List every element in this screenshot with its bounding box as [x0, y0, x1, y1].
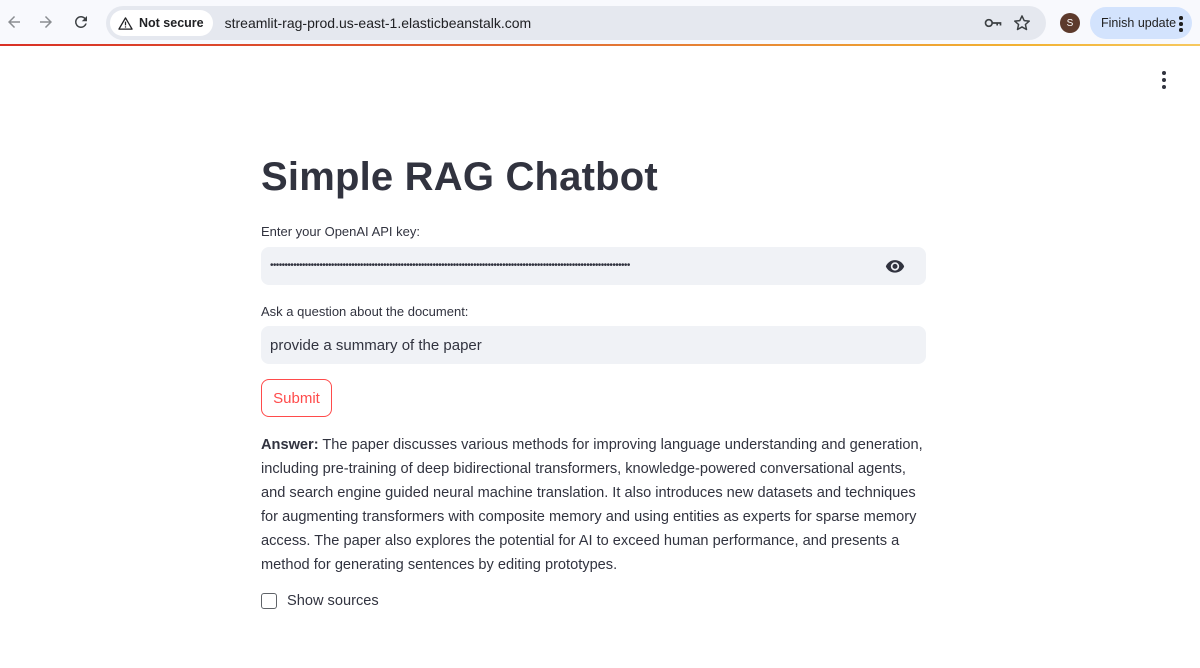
- submit-button[interactable]: Submit: [261, 379, 332, 417]
- back-arrow-icon: [8, 16, 20, 28]
- eye-icon: [885, 260, 905, 273]
- bookmark-star-button[interactable]: [1011, 12, 1033, 34]
- security-indicator[interactable]: Not secure: [110, 10, 213, 36]
- api-key-field[interactable]: ••••••••••••••••••••••••••••••••••••••••…: [261, 247, 926, 285]
- answer-prefix: Answer:: [261, 437, 319, 453]
- show-sources-checkbox[interactable]: Show sources: [261, 593, 379, 609]
- profile-avatar[interactable]: S: [1060, 13, 1080, 33]
- url-text: streamlit-rag-prod.us-east-1.elasticbean…: [224, 15, 532, 31]
- page-title: Simple RAG Chatbot: [261, 155, 658, 199]
- question-input[interactable]: [261, 326, 881, 364]
- security-label: Not secure: [139, 16, 204, 30]
- forward-button[interactable]: [32, 8, 60, 36]
- checkbox-box[interactable]: [261, 593, 277, 609]
- question-field[interactable]: [261, 326, 926, 364]
- api-key-masked-value: ••••••••••••••••••••••••••••••••••••••••…: [270, 260, 630, 271]
- kebab-dot: [1162, 85, 1166, 89]
- kebab-menu-icon: [1179, 16, 1183, 32]
- browser-toolbar: Not secure streamlit-rag-prod.us-east-1.…: [0, 0, 1200, 46]
- app-main-menu[interactable]: [1154, 70, 1174, 90]
- star-icon: [1014, 15, 1030, 31]
- api-key-label: Enter your OpenAI API key:: [261, 224, 420, 239]
- kebab-menu-icon: [1162, 71, 1166, 75]
- kebab-dot: [1162, 78, 1166, 82]
- answer-body: The paper discusses various methods for …: [261, 437, 923, 573]
- address-bar[interactable]: Not secure streamlit-rag-prod.us-east-1.…: [106, 6, 1046, 40]
- finish-update-label: Finish update: [1101, 16, 1177, 30]
- reload-icon: [74, 15, 87, 28]
- finish-update-button[interactable]: Finish update: [1090, 7, 1192, 39]
- show-password-toggle[interactable]: [884, 256, 906, 276]
- password-key-button[interactable]: [982, 12, 1004, 34]
- forward-arrow-icon: [40, 16, 52, 28]
- back-button[interactable]: [0, 8, 28, 36]
- answer-text: Answer: The paper discusses various meth…: [261, 433, 931, 577]
- show-sources-label: Show sources: [287, 593, 379, 609]
- key-icon: [984, 18, 1002, 28]
- question-label: Ask a question about the document:: [261, 304, 469, 319]
- warning-icon: [118, 16, 133, 30]
- reload-button[interactable]: [67, 8, 95, 36]
- update-accent-bar: [0, 44, 1200, 46]
